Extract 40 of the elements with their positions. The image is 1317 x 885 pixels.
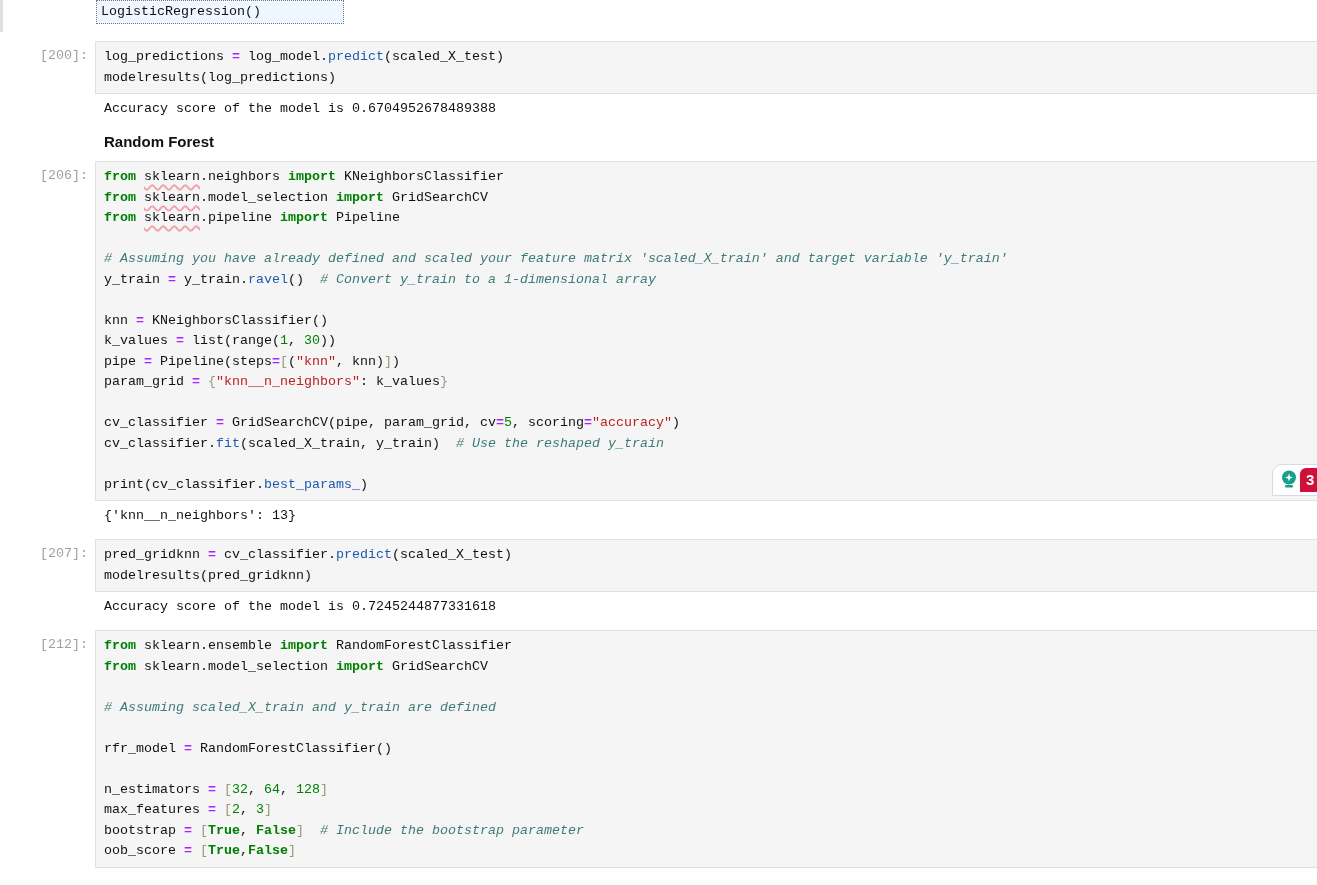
output-text: Accuracy score of the model is 0.7245244877331618: [103, 598, 497, 616]
code-editor[interactable]: [95, 161, 1317, 501]
code-editor[interactable]: [95, 630, 1317, 868]
execution-count: [207]:: [40, 545, 88, 563]
execution-count: [212]:: [40, 636, 88, 654]
code-line: n_estimators = [32, 64, 128]: [104, 780, 328, 799]
code-line: from sklearn.ensemble import RandomForestClassifier: [104, 637, 512, 655]
code-editor[interactable]: pred_gridknn = cv_classifier.predict(scaled_X_test) modelresults(pred_gridknn): [95, 539, 1317, 592]
code-line: k_values = list(range(1, 30)): [104, 332, 336, 350]
code-line: modelresults(log_predictions): [104, 68, 336, 87]
code-line: from sklearn.pipeline import Pipeline: [104, 209, 400, 227]
output-text: LogisticRegression(): [96, 0, 344, 24]
execution-count: [206]:: [40, 167, 88, 185]
code-line: log_predictions = log_model.predict(scaled_X_test): [104, 48, 504, 66]
code-line: max_features = [2, 3]: [104, 801, 272, 819]
notification-badge[interactable]: 3: [1300, 468, 1317, 492]
section-heading: Random Forest: [104, 132, 215, 152]
code-line: from sklearn.model_selection import GridSearchCV: [104, 657, 488, 676]
hint-panel[interactable]: 3: [1272, 464, 1317, 496]
code-line: rfr_model = RandomForestClassifier(): [104, 739, 392, 758]
code-line: cv_classifier.fit(scaled_X_train, y_train) # Use the reshaped y_train: [104, 434, 664, 453]
code-line: knn = KNeighborsClassifier(): [104, 311, 328, 330]
code-line: pipe = Pipeline(steps=[("knn", knn)]): [104, 352, 400, 371]
code-line: oob_score = [True,False]: [104, 842, 296, 860]
code-line: from sklearn.model_selection import GridSearchCV: [104, 188, 488, 207]
code-line: modelresults(pred_gridknn): [104, 566, 312, 585]
code-line: param_grid = {"knn__n_neighbors": k_values}: [104, 373, 448, 391]
output-text: {'knn__n_neighbors': 13}: [103, 507, 297, 525]
code-line: from sklearn.neighbors import KNeighborsClassifier: [104, 168, 504, 186]
code-line: y_train = y_train.ravel() # Convert y_train to a 1-dimensional array: [104, 270, 656, 289]
code-editor[interactable]: log_predictions = log_model.predict(scaled_X_test) modelresults(log_predictions): [95, 41, 1317, 94]
lightbulb-icon: [1281, 470, 1297, 490]
code-line: cv_classifier = GridSearchCV(pipe, param_grid, cv=5, scoring="accuracy"): [104, 414, 680, 432]
code-line: # Assuming scaled_X_train and y_train are defined: [104, 698, 496, 717]
output-text: Accuracy score of the model is 0.6704952678489388: [103, 100, 497, 118]
code-line: # Assuming you have already defined and scaled your feature matrix 'scaled_X_train' and target variable 'y_train': [104, 250, 1008, 268]
code-line: bootstrap = [True, False] # Include the bootstrap parameter: [104, 821, 584, 840]
execution-count: [200]:: [40, 47, 88, 65]
code-line: pred_gridknn = cv_classifier.predict(scaled_X_test): [104, 546, 512, 564]
code-line: print(cv_classifier.best_params_): [104, 475, 368, 494]
